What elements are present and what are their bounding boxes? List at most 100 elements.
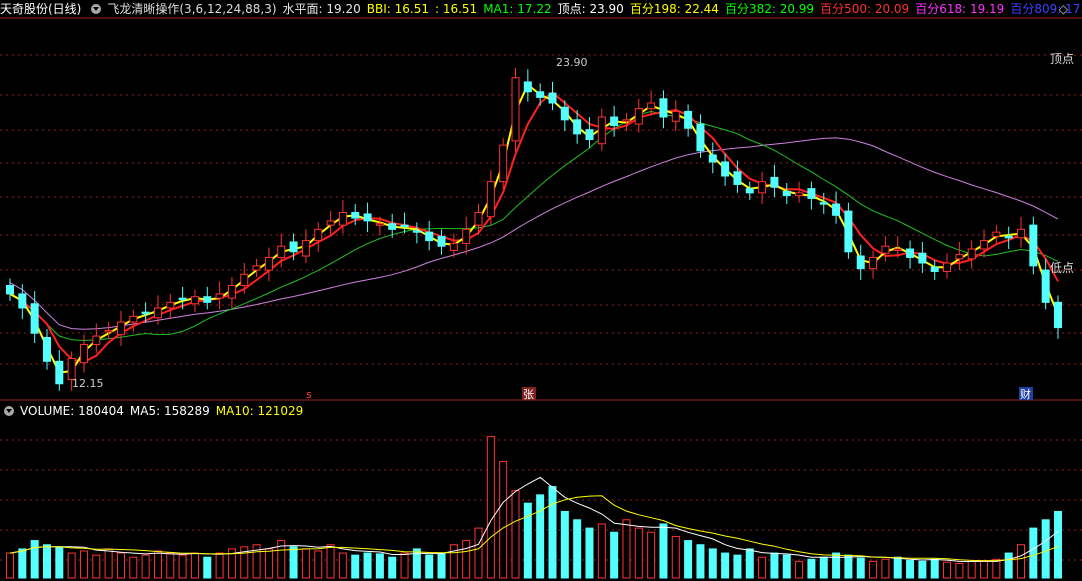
candle-body (980, 240, 989, 250)
candle-body (449, 242, 458, 251)
volume-bar (523, 502, 532, 579)
candle-body (215, 293, 224, 299)
candle-body (141, 311, 150, 315)
volume-bar (116, 552, 125, 579)
header-item-5: 百分198: 22.44 (629, 2, 719, 16)
candle-body (277, 245, 286, 258)
volume-bar (1054, 510, 1062, 579)
volume-bar (301, 548, 310, 579)
candle-body (314, 228, 323, 242)
candle-body (647, 102, 656, 110)
chart-canvas: 23.90 12.15 s 张 财 (0, 17, 1082, 579)
candle-body (634, 108, 643, 125)
candle-body (388, 223, 397, 230)
volume-bar (129, 556, 138, 579)
volume-ma5: MA5: 158289 (129, 404, 210, 418)
volume-bar (610, 531, 619, 579)
diamond-icon[interactable]: ◇ (1059, 0, 1068, 18)
candle-body (560, 106, 569, 121)
candle-body (881, 245, 890, 254)
volume-bar (647, 531, 656, 579)
volume-bar (203, 556, 212, 579)
ma-purple-line (9, 137, 1059, 330)
low-point-label: 低点 (1049, 261, 1074, 275)
volume-bar (807, 558, 816, 579)
volume-bar (770, 552, 779, 579)
candle-body (203, 296, 212, 303)
volume-bar (6, 552, 14, 579)
candle-body (92, 335, 101, 345)
candle-body (844, 210, 853, 253)
candle-body (733, 171, 742, 185)
candle-body (129, 315, 138, 323)
volume-bar (782, 554, 791, 579)
volume-bar (992, 558, 1001, 579)
volume-bar (314, 550, 323, 579)
volume-bar (967, 560, 976, 579)
candle-body (462, 228, 471, 244)
volume-bar (141, 554, 150, 579)
candle-body (425, 231, 434, 242)
candle-body (227, 285, 236, 299)
volume-bar (573, 519, 582, 579)
volume-bar (708, 548, 717, 579)
candle-body (511, 77, 520, 142)
candle-body (659, 98, 668, 118)
candle-body (499, 144, 508, 183)
candle-body (992, 231, 1001, 237)
candle-body (289, 241, 298, 253)
candle-body (967, 248, 976, 260)
volume-bar (18, 548, 27, 579)
volume-bar (980, 560, 989, 579)
candle-body (696, 123, 705, 152)
volume-bar (190, 552, 199, 579)
header-item-0: 水平面: 19.20 (282, 2, 361, 16)
volume-bar (92, 554, 101, 579)
candle-body (869, 256, 878, 270)
candle-body (166, 301, 175, 309)
volume-bar (474, 527, 483, 579)
header-item-6: 百分382: 20.99 (724, 2, 815, 16)
volume-bar (881, 558, 890, 579)
candle-body (252, 265, 261, 271)
ma-red-line (9, 91, 1059, 364)
candle-body (832, 203, 841, 216)
volume-bar (499, 461, 508, 579)
volume-bar (918, 560, 927, 579)
candle-body (856, 255, 865, 270)
candle-body (573, 119, 582, 135)
candle-body (807, 188, 816, 199)
candle-body (363, 213, 372, 222)
candle-body (1004, 235, 1013, 239)
candle-body (326, 220, 335, 226)
candle-body (412, 230, 421, 233)
volume-bar (536, 494, 545, 579)
volume-bar (869, 560, 878, 579)
candle-body (437, 235, 446, 247)
candle-body (930, 266, 939, 272)
volume-header: VOLUME: 180404 MA5: 158289 MA10: 121029 (0, 402, 309, 420)
volume-bar (79, 550, 88, 579)
volume-bar (511, 490, 520, 579)
candle-body (1054, 301, 1062, 329)
high-annotation: 23.90 (556, 56, 588, 69)
volume-bar (55, 546, 64, 579)
volume-dropdown-icon[interactable] (4, 406, 14, 416)
volume-bar (363, 552, 372, 579)
candle-body (79, 343, 88, 364)
volume-bar (375, 553, 384, 579)
volume-bar (104, 548, 113, 579)
volume-bar (153, 550, 162, 579)
volume-bar (289, 546, 298, 579)
volume-bar (1041, 519, 1050, 579)
candle-body (42, 336, 51, 362)
volume-bar (166, 552, 175, 579)
volume-bar (684, 540, 693, 579)
volume-bar (425, 554, 434, 579)
candle-body (178, 297, 187, 301)
candle-body (955, 254, 964, 260)
candle-body (795, 192, 804, 197)
dropdown-circle-icon[interactable] (91, 4, 102, 14)
candle-body (622, 119, 631, 122)
marker-zhang: 张 (523, 388, 534, 401)
